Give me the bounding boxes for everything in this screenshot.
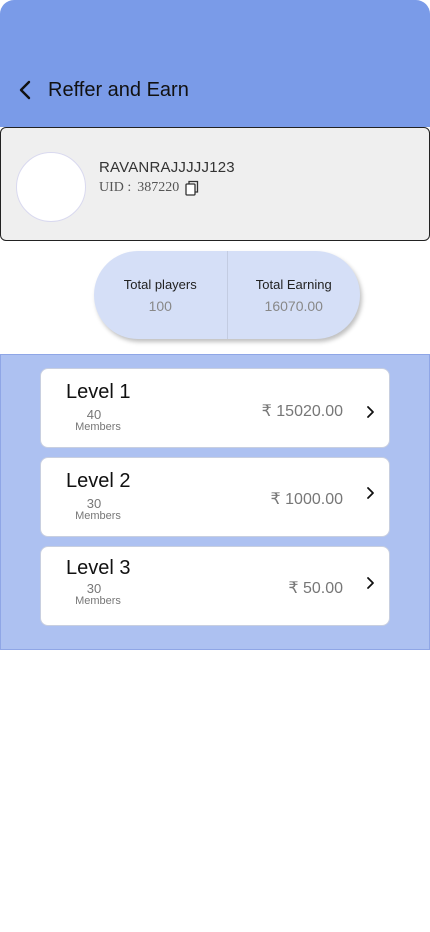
total-earning-stat: Total Earning 16070.00	[226, 251, 361, 339]
back-button[interactable]	[14, 78, 36, 102]
level-card-3[interactable]: Level 3 30 Members ₹ 50.00	[40, 546, 390, 626]
username: RAVANRAJJJJJ123	[99, 159, 235, 176]
level-members-label: Members	[75, 510, 121, 522]
uid-label: UID :	[99, 180, 132, 195]
level-member-count: 30	[86, 496, 102, 511]
stats-pill: Total players 100 Total Earning 16070.00	[94, 251, 360, 339]
level-members-label: Members	[75, 421, 121, 433]
profile-card: RAVANRAJJJJJ123 UID : 387220	[0, 127, 430, 241]
level-amount: ₹ 15020.00	[261, 403, 343, 420]
level-amount: ₹ 50.00	[288, 580, 343, 597]
total-players-label: Total players	[123, 276, 197, 292]
uid-row: UID : 387220	[99, 180, 199, 196]
level-title: Level 1	[66, 381, 131, 403]
copy-icon	[185, 180, 199, 196]
app-header: Reffer and Earn	[0, 0, 430, 127]
avatar	[16, 152, 86, 222]
uid-value: 387220	[137, 180, 180, 195]
level-members-label: Members	[75, 595, 121, 607]
level-card-2[interactable]: Level 2 30 Members ₹ 1000.00	[40, 457, 390, 537]
chevron-right-icon	[367, 406, 374, 418]
total-players-stat: Total players 100	[94, 251, 227, 339]
chevron-right-icon	[367, 577, 374, 589]
level-member-count: 30	[86, 581, 102, 596]
chevron-left-icon	[19, 80, 31, 100]
level-title: Level 2	[66, 470, 131, 492]
page-title: Reffer and Earn	[48, 79, 189, 101]
level-title: Level 3	[66, 557, 131, 579]
chevron-right-icon	[367, 487, 374, 499]
total-players-value: 100	[148, 297, 172, 314]
level-card-1[interactable]: Level 1 40 Members ₹ 15020.00	[40, 368, 390, 448]
levels-panel: Level 1 40 Members ₹ 15020.00 Level 2 30…	[0, 354, 430, 650]
total-earning-value: 16070.00	[264, 297, 323, 314]
level-amount: ₹ 1000.00	[270, 491, 343, 508]
total-earning-label: Total Earning	[255, 276, 332, 292]
level-member-count: 40	[86, 407, 102, 422]
copy-uid-button[interactable]	[185, 180, 199, 196]
